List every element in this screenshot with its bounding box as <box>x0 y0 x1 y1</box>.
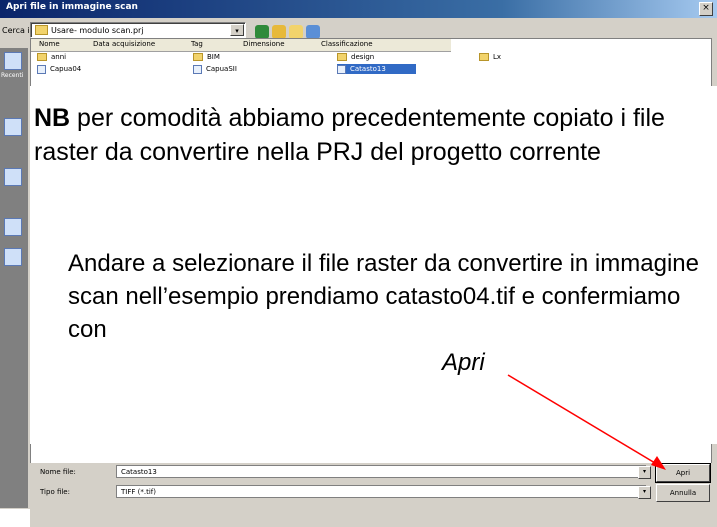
window-title: Apri file in immagine scan <box>6 2 138 12</box>
instruction-text: Andare a selezionare il file raster da c… <box>68 250 699 343</box>
desktop-icon[interactable] <box>4 118 22 136</box>
recent-label: Recenti <box>1 72 24 79</box>
folder-icon <box>337 53 347 61</box>
column-header-classification[interactable]: Classificazione <box>321 40 373 48</box>
filetype-label: Tipo file: <box>40 488 70 496</box>
list-item-selected[interactable]: Catasto13 <box>337 64 416 74</box>
up-folder-icon[interactable] <box>272 25 286 39</box>
folder-icon <box>479 53 489 61</box>
list-item[interactable]: BIM <box>193 52 220 62</box>
note-bold-prefix: NB <box>34 104 71 132</box>
new-folder-icon[interactable] <box>289 25 303 39</box>
documents-icon[interactable] <box>4 168 22 186</box>
image-file-icon <box>193 64 202 74</box>
folder-icon <box>35 25 48 35</box>
note-body: per comodità abbiamo precedentemente cop… <box>34 104 665 166</box>
annotation-note-nb: NB per comodità abbiamo precedentemente … <box>34 101 714 169</box>
title-bar: Apri file in immagine scan × <box>0 0 717 18</box>
back-icon[interactable] <box>255 25 269 39</box>
filename-label: Nome file: <box>40 468 76 476</box>
column-header-tag[interactable]: Tag <box>191 40 203 48</box>
filename-field[interactable]: Catasto13 <box>116 465 646 478</box>
folder-icon <box>193 53 203 61</box>
list-item[interactable]: design <box>337 52 374 62</box>
close-icon[interactable]: × <box>699 2 713 16</box>
recent-icon[interactable] <box>4 52 22 70</box>
chevron-down-icon[interactable]: ▾ <box>638 486 651 499</box>
dialog-footer: Nome file: Catasto13 ▾ Tipo file: TIFF (… <box>30 463 717 527</box>
list-item[interactable]: CapuaSII <box>193 64 237 74</box>
column-header-size[interactable]: Dimensione <box>243 40 285 48</box>
column-header-name[interactable]: Nome <box>39 40 60 48</box>
look-in-combo[interactable]: Usare- modulo scan.prj ▾ <box>30 22 246 38</box>
list-item[interactable]: Lx <box>479 52 501 62</box>
image-file-icon <box>337 64 346 74</box>
annotation-note-instructions: Andare a selezionare il file raster da c… <box>68 247 714 379</box>
network-icon[interactable] <box>4 248 22 266</box>
computer-icon[interactable] <box>4 218 22 236</box>
column-headers: Nome Data acquisizione Tag Dimensione Cl… <box>31 39 451 52</box>
look-in-value: Usare- modulo scan.prj <box>51 26 144 35</box>
image-file-icon <box>37 64 46 74</box>
open-button[interactable]: Apri <box>655 463 711 483</box>
cancel-button[interactable]: Annulla <box>656 484 710 502</box>
list-item[interactable]: anni <box>37 52 66 62</box>
chevron-down-icon[interactable]: ▾ <box>638 466 651 479</box>
column-header-date[interactable]: Data acquisizione <box>93 40 155 48</box>
folder-icon <box>37 53 47 61</box>
places-bar: Recenti <box>0 48 28 508</box>
view-menu-icon[interactable] <box>306 25 320 39</box>
chevron-down-icon[interactable]: ▾ <box>230 24 244 36</box>
instruction-apri: Apri <box>442 349 485 376</box>
list-item[interactable]: Capua04 <box>37 64 81 74</box>
filetype-select[interactable]: TIFF (*.tif) <box>116 485 646 498</box>
